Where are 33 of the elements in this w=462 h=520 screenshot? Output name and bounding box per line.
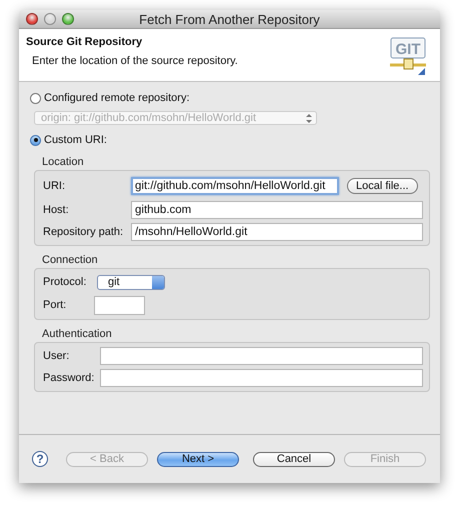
protocol-dropdown[interactable]: git xyxy=(97,274,165,290)
field-label: URI: xyxy=(43,180,66,192)
radio-button[interactable] xyxy=(30,92,41,104)
field-label: Repository path: xyxy=(43,226,124,238)
text-field[interactable] xyxy=(100,369,423,387)
radio-label[interactable]: Configured remote repository: xyxy=(44,92,190,104)
field-label: Password: xyxy=(43,372,96,384)
text-field[interactable]: git://github.com/msohn/HelloWorld.git xyxy=(131,177,339,195)
wizard-button[interactable]: Next > xyxy=(157,452,239,466)
page-title: Source Git Repository xyxy=(26,36,144,48)
radio-label[interactable]: Custom URI: xyxy=(44,134,107,146)
field-label: Port: xyxy=(43,299,68,311)
radio-button[interactable] xyxy=(30,134,41,146)
zoom-button[interactable] xyxy=(62,13,74,25)
stepper-icon xyxy=(306,114,312,122)
field-label: Protocol: xyxy=(43,276,88,288)
close-button[interactable] xyxy=(26,13,38,25)
text-field[interactable]: /msohn/HelloWorld.git xyxy=(131,223,423,241)
group-title: Connection xyxy=(42,254,98,266)
wizard-button[interactable]: Cancel xyxy=(253,452,335,466)
git-logo: GIT xyxy=(390,37,426,77)
group-title: Authentication xyxy=(42,328,112,340)
minimize-button[interactable] xyxy=(44,13,56,25)
field-label: User: xyxy=(43,350,70,362)
page-description: Enter the location of the source repository. xyxy=(32,55,238,67)
group-title: Location xyxy=(42,156,84,168)
text-field[interactable]: github.com xyxy=(131,201,423,219)
port-field[interactable] xyxy=(94,296,145,314)
local-file-button[interactable]: Local file... xyxy=(347,178,418,194)
window-title: Fetch From Another Repository xyxy=(139,12,320,27)
help-button[interactable]: ? xyxy=(32,451,48,467)
text-field[interactable] xyxy=(100,347,423,365)
field-label: Host: xyxy=(43,204,70,216)
